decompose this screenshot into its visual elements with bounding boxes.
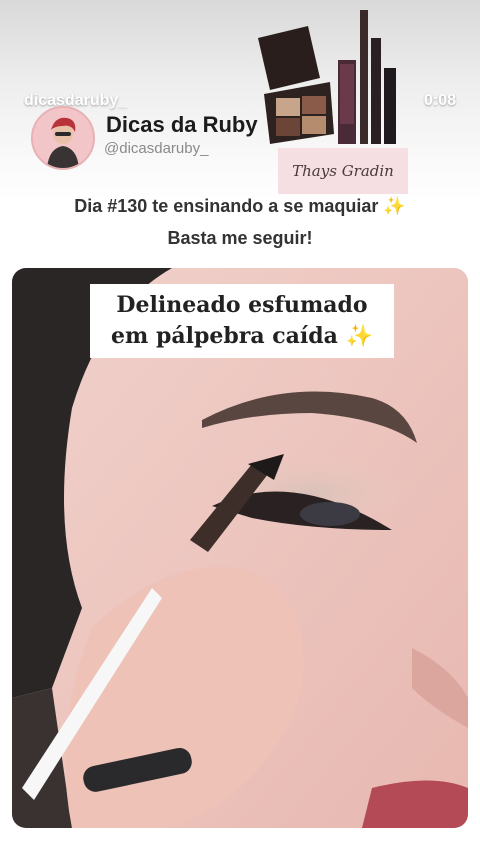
video-title-overlay: Delineado esfumado em pálpebra caída ✨ xyxy=(90,284,394,358)
caption-line-1: Dia #130 te ensinando a se maquiar ✨ xyxy=(74,196,406,216)
video-title-line-1: Delineado esfumado xyxy=(116,292,368,318)
profile-handle: @dicasdaruby_ xyxy=(104,140,209,157)
avatar[interactable] xyxy=(31,106,95,170)
bottom-area xyxy=(0,832,480,854)
story-username[interactable]: dicasdaruby_ xyxy=(24,92,127,110)
profile-name[interactable]: Dicas da Ruby xyxy=(106,112,258,138)
caption-line-2: Basta me seguir! xyxy=(167,228,313,248)
makeup-products-image xyxy=(258,10,396,144)
story-timestamp: 0:08 xyxy=(423,92,456,109)
video-title-line-2: em pálpebra caída ✨ xyxy=(111,323,373,349)
avatar-illustration xyxy=(33,108,93,168)
watermark-label: Thays Gradin xyxy=(278,148,408,194)
